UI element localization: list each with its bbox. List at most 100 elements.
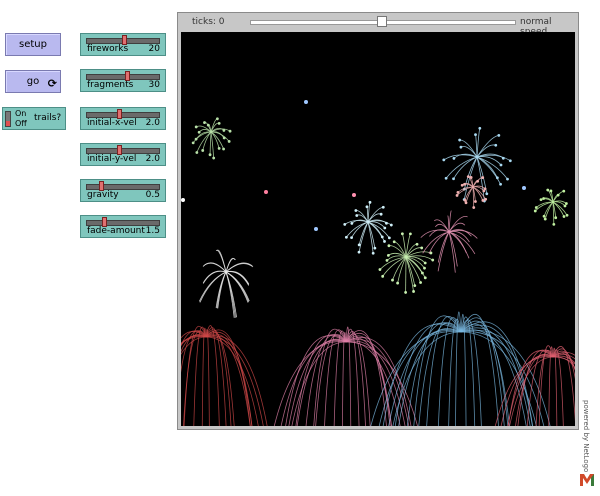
firework-fragment xyxy=(383,240,386,243)
firework-trail xyxy=(476,128,481,158)
firework-trail xyxy=(552,347,558,426)
slider-value: 2.0 xyxy=(145,154,160,164)
slider-value: 30 xyxy=(148,80,160,90)
firework-fragment xyxy=(423,276,427,280)
firework-fragment xyxy=(564,202,568,205)
firework-fragment xyxy=(419,281,422,284)
firework-trail xyxy=(345,339,410,426)
firework-trail xyxy=(460,331,537,426)
firework-trail xyxy=(273,341,347,426)
firework-fragment xyxy=(474,133,477,137)
firework-fragment xyxy=(472,206,476,209)
slider-fade-amount[interactable]: fade-amount 1.5 xyxy=(80,215,166,238)
firework-fragment xyxy=(562,215,566,218)
go-button[interactable]: go ⟳ xyxy=(5,70,61,93)
firework-fragment xyxy=(412,290,415,293)
firework-fragment xyxy=(385,258,389,262)
firework-fragment xyxy=(368,200,372,204)
slider-name: initial-x-vel xyxy=(87,118,137,128)
firework-fragment xyxy=(501,156,505,160)
world-view[interactable] xyxy=(181,32,575,426)
firework-fragment xyxy=(565,213,569,217)
powered-by-text: powered by NetLogo xyxy=(582,400,590,473)
firework-fragment xyxy=(552,222,556,226)
rocket-dot xyxy=(264,190,268,194)
firework-trail xyxy=(291,341,347,426)
firework-trail xyxy=(205,335,251,426)
view-header: ticks: 0 normal speed xyxy=(178,13,578,37)
firework-fragment xyxy=(217,122,221,125)
firework-fragment xyxy=(508,159,512,163)
firework-fragment xyxy=(215,117,219,121)
switch-knob[interactable] xyxy=(6,121,10,126)
slider-name: fragments xyxy=(87,80,134,90)
firework-fragment xyxy=(420,246,424,250)
firework-trail xyxy=(198,271,227,302)
firework-fragment xyxy=(396,281,400,285)
slider-initial-y-vel[interactable]: initial-y-vel 2.0 xyxy=(80,143,166,166)
firework-trail xyxy=(552,349,564,426)
firework-fragment xyxy=(227,140,231,143)
powered-by: powered by NetLogo xyxy=(578,400,592,472)
slider-value: 0.5 xyxy=(145,190,160,200)
firework-fragment xyxy=(203,121,206,124)
firework-fragment xyxy=(458,138,462,142)
firework-trail xyxy=(225,263,254,273)
firework-trail xyxy=(351,221,369,238)
firework-fragment xyxy=(539,198,543,201)
slider-value: 1.5 xyxy=(145,226,160,236)
slider-initial-x-vel[interactable]: initial-x-vel 2.0 xyxy=(80,107,166,130)
slider-value: 20 xyxy=(148,44,160,54)
firework-fragment xyxy=(381,205,385,209)
world-view-frame: ticks: 0 normal speed xyxy=(177,12,579,430)
speed-slider-thumb[interactable] xyxy=(377,16,387,27)
firework-fragment xyxy=(554,216,558,220)
firework-fragment xyxy=(354,209,358,212)
firework-trail xyxy=(205,333,253,426)
slider-gravity[interactable]: gravity 0.5 xyxy=(80,179,166,202)
trails-switch[interactable]: On Off trails? xyxy=(2,107,66,130)
firework-fragment xyxy=(208,153,212,157)
firework-fragment xyxy=(563,204,567,208)
switch-track[interactable] xyxy=(5,111,11,127)
firework-fragment xyxy=(344,235,348,239)
firework-fragment xyxy=(206,123,210,127)
firework-trail xyxy=(476,156,485,202)
firework-fragment xyxy=(212,156,216,160)
firework-fragment xyxy=(371,251,375,255)
firework-fragment xyxy=(380,235,384,239)
firework-fragment xyxy=(350,236,353,240)
firework-fragment xyxy=(350,221,354,225)
firework-fragment xyxy=(379,212,383,216)
firework-fragment xyxy=(431,258,435,262)
firework-fragment xyxy=(485,192,489,196)
firework-fragment xyxy=(556,193,560,197)
firework-trail xyxy=(460,320,509,426)
firework-fragment xyxy=(228,129,232,133)
firework-trail xyxy=(342,331,347,426)
setup-button[interactable]: setup xyxy=(5,33,61,56)
switch-off-text: Off xyxy=(15,119,27,128)
firework-fragment xyxy=(373,246,377,250)
firework-trail xyxy=(428,231,450,254)
firework-fragment xyxy=(481,199,485,202)
firework-fragment xyxy=(543,217,547,221)
firework-fragment xyxy=(195,151,199,154)
firework-trail xyxy=(217,271,227,309)
switch-on-text: On xyxy=(15,109,27,118)
firework-trail xyxy=(205,329,210,426)
slider-name: fireworks xyxy=(87,44,129,54)
firework-fragment xyxy=(386,253,390,257)
firework-fragment xyxy=(357,250,361,254)
firework-fragment xyxy=(476,179,480,183)
firework-fragment xyxy=(343,223,347,226)
firework-fragment xyxy=(383,226,387,230)
firework-trail xyxy=(225,258,236,273)
firework-trail xyxy=(476,156,502,166)
firework-fragment xyxy=(387,236,391,240)
firework-fragment xyxy=(533,209,537,213)
slider-fragments[interactable]: fragments 30 xyxy=(80,69,166,92)
firework-trail xyxy=(205,335,268,426)
slider-fireworks[interactable]: fireworks 20 xyxy=(80,33,166,56)
firework-fragment xyxy=(460,183,464,187)
